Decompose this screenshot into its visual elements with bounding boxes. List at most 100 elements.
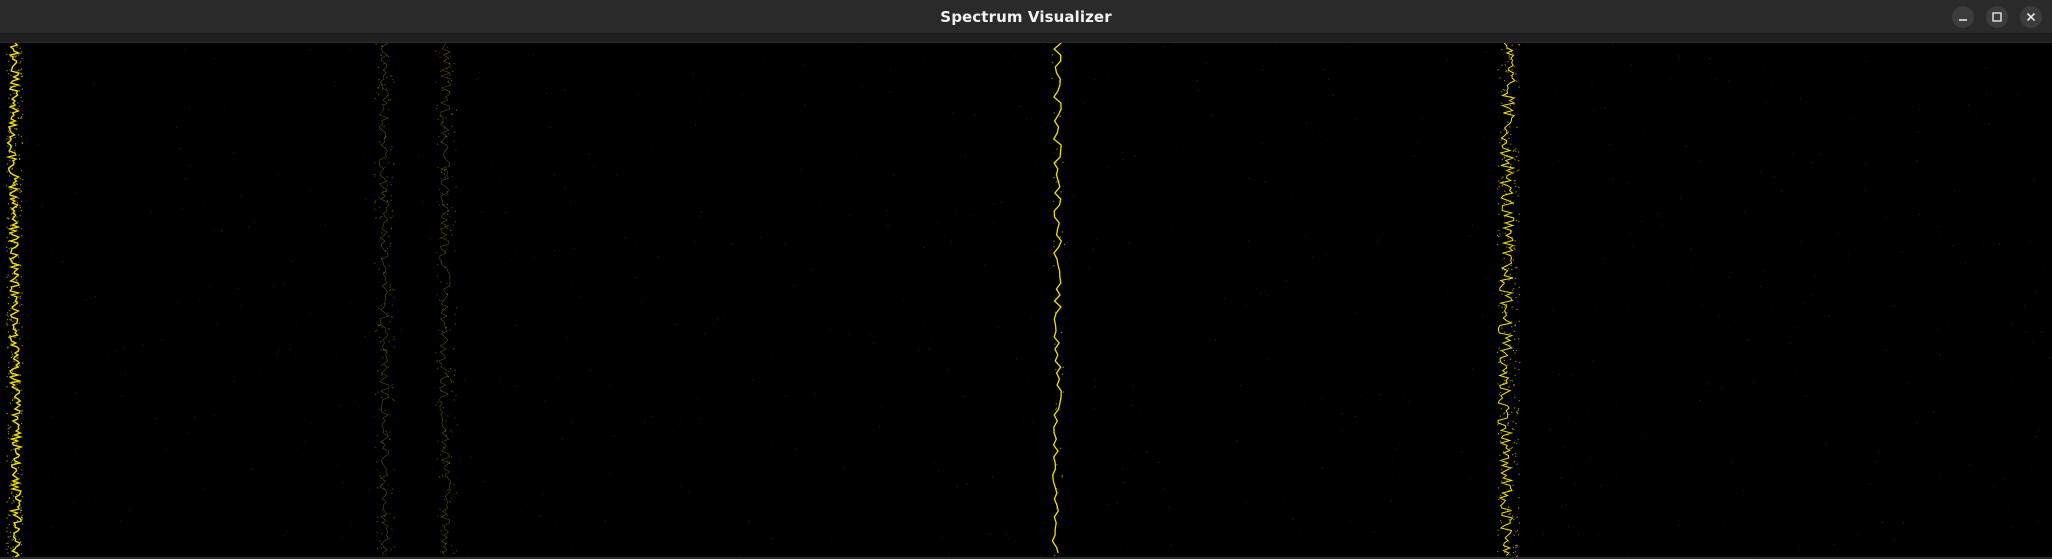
title-bar[interactable]: Spectrum Visualizer: [0, 0, 2052, 34]
trace-dot: [12, 307, 14, 309]
trace-dot: [1500, 139, 1502, 141]
trace-dot: [17, 264, 19, 266]
trace-dot: [13, 92, 15, 95]
trace-dot: [379, 216, 381, 218]
noise-speck: [1463, 224, 1465, 225]
trace-dot: [1498, 186, 1500, 188]
noise-speck: [1893, 305, 1895, 307]
trace-dot: [439, 115, 441, 117]
trace-dot: [7, 536, 9, 538]
trace-dot: [18, 72, 20, 74]
noise-speck: [1640, 220, 1642, 222]
trace-dot: [14, 329, 16, 331]
trace-dot: [377, 324, 379, 326]
trace-dot: [16, 244, 18, 246]
noise-speck: [1988, 123, 1990, 125]
trace-dot: [1507, 60, 1509, 63]
minimize-button[interactable]: [1952, 6, 1974, 28]
trace-dot: [1497, 424, 1499, 426]
trace-dot: [1511, 44, 1513, 46]
trace-dot: [17, 109, 19, 111]
trace-dot: [1510, 75, 1512, 77]
trace-dot: [9, 188, 11, 190]
noise-speck: [1553, 215, 1555, 217]
trace-dot: [11, 145, 13, 147]
noise-speck: [2030, 241, 2032, 243]
noise-speck: [253, 221, 255, 223]
noise-speck: [1916, 160, 1918, 162]
trace-dot: [1503, 279, 1505, 281]
plot-background: [0, 43, 2052, 557]
noise-speck: [638, 484, 639, 486]
trace-dot: [1055, 162, 1057, 164]
noise-speck: [1383, 426, 1385, 428]
noise-speck: [239, 305, 241, 307]
trace-dot: [1515, 349, 1517, 351]
trace-dot: [1514, 180, 1516, 182]
trace-dot: [19, 178, 21, 180]
trace-dot: [21, 68, 23, 70]
trace-dot: [1499, 233, 1501, 235]
noise-speck: [1699, 400, 1700, 402]
trace-dot: [9, 160, 11, 162]
noise-speck: [2010, 527, 2012, 529]
noise-speck: [223, 107, 225, 109]
trace-dot: [1517, 534, 1520, 536]
trace-dot: [1499, 454, 1501, 457]
trace-dot: [1513, 385, 1515, 387]
noise-speck: [1248, 177, 1250, 179]
trace-dot: [378, 87, 380, 89]
noise-speck: [1629, 233, 1631, 235]
noise-speck: [1022, 419, 1024, 421]
trace-dot: [10, 250, 12, 252]
trace-dot: [1502, 311, 1504, 314]
trace-dot: [16, 453, 18, 455]
noise-speck: [616, 175, 618, 177]
noise-speck: [655, 132, 657, 134]
noise-speck: [1031, 422, 1033, 424]
noise-speck: [1965, 262, 1966, 264]
trace-dot: [1051, 54, 1053, 56]
noise-speck: [1483, 136, 1485, 138]
maximize-icon: [1992, 12, 2002, 22]
trace-dot: [10, 213, 12, 215]
noise-speck: [1936, 225, 1938, 227]
trace-dot: [391, 176, 393, 179]
noise-speck: [1094, 386, 1096, 388]
trace-dot: [452, 113, 454, 115]
trace-dot: [15, 221, 17, 223]
trace-dot: [1508, 254, 1510, 256]
noise-speck: [701, 211, 703, 213]
noise-speck: [1746, 357, 1748, 359]
trace-dot: [8, 248, 10, 250]
noise-speck: [1472, 367, 1473, 369]
trace-dot: [1515, 185, 1517, 187]
trace-dot: [18, 477, 20, 480]
noise-speck: [342, 536, 344, 538]
trace-dot: [374, 262, 376, 264]
noise-speck: [1786, 135, 1788, 137]
noise-speck: [1743, 210, 1745, 212]
trace-dot: [446, 227, 448, 229]
trace-dot: [436, 294, 438, 296]
noise-speck: [304, 139, 306, 141]
noise-speck: [579, 296, 581, 298]
noise-speck: [881, 167, 882, 169]
noise-speck: [181, 207, 183, 209]
trace-dot: [450, 544, 452, 547]
maximize-button[interactable]: [1986, 6, 2008, 28]
trace-dot: [6, 323, 8, 325]
spectrum-canvas[interactable]: [0, 43, 2052, 557]
trace-dot: [12, 159, 14, 161]
noise-speck: [22, 392, 24, 394]
trace-dot: [445, 420, 447, 422]
close-button[interactable]: [2020, 6, 2042, 28]
noise-speck: [214, 229, 216, 231]
noise-speck: [342, 482, 344, 484]
trace-dot: [1503, 311, 1505, 313]
noise-speck: [1205, 62, 1207, 64]
noise-speck: [1096, 239, 1098, 241]
noise-speck: [1706, 383, 1707, 385]
trace-dot: [456, 109, 458, 111]
trace-dot: [1509, 126, 1511, 128]
